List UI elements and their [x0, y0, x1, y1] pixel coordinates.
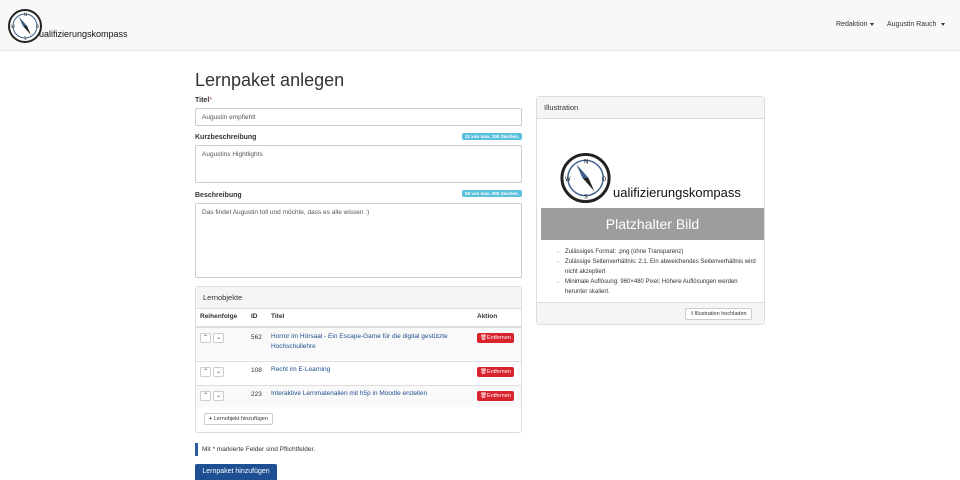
description-counter-badge: 58 von max. 800 Zeichen. [461, 190, 522, 197]
svg-text:N: N [24, 12, 27, 17]
remove-label: Entfernen [486, 393, 511, 399]
top-navbar: N S W O ualifizierungskompass Redaktion … [0, 0, 960, 51]
upload-illustration-button[interactable]: ⇧Illustration hochladen [685, 308, 752, 320]
move-up-button[interactable]: ⌃ [200, 367, 211, 377]
add-learning-object-label: Lernobjekt hinzufügen [213, 416, 268, 422]
illustration-preview: N S W O ualifizierungskompass Platzhalte… [539, 119, 764, 242]
illustration-logo-text: ualifizierungskompass [613, 185, 741, 200]
title-label-text: Titel [195, 97, 210, 104]
row-id: 562 [251, 334, 262, 341]
move-down-button[interactable]: ⌄ [213, 391, 224, 401]
row-id: 108 [251, 367, 262, 374]
table-row: ⌃ ⌄ 223 Interaktive Lernmaterialien mit … [196, 385, 521, 407]
move-down-button[interactable]: ⌄ [213, 367, 224, 377]
required-mark: * [209, 97, 212, 104]
nav-user-label: Augustin Rauch [887, 21, 937, 28]
learning-objects-panel: Lernobjekte Reihenfolge ID Titel Aktion … [195, 286, 522, 433]
short-description-textarea[interactable]: Augustins Hightlights [195, 145, 522, 183]
list-item: Minimale Auflösung: 960×480 Pixel; Höher… [557, 277, 759, 297]
compass-icon: N S W O [8, 9, 42, 43]
remove-button[interactable]: 🗑Entfernen [477, 391, 514, 401]
brand-logo[interactable]: N S W O ualifizierungskompass [7, 7, 137, 43]
svg-text:N: N [584, 159, 588, 165]
illustration-panel-footer: ⇧Illustration hochladen [537, 302, 764, 324]
short-description-counter-badge: 21 von max. 200 Zeichen. [461, 133, 522, 140]
trash-icon: 🗑 [480, 369, 487, 375]
illustration-rules-list: Zulässiges Format: .png (ohne Transparen… [557, 247, 759, 297]
caret-down-icon [870, 22, 875, 26]
illustration-panel: Illustration N S W O ualifizierungskompa… [536, 96, 765, 325]
table-row: ⌃ ⌄ 562 Horror im Hörsaal - Ein Escape-G… [196, 326, 521, 360]
row-title-link[interactable]: Recht im E-Learning [271, 365, 330, 375]
remove-button[interactable]: 🗑Entfernen [477, 333, 514, 343]
column-header-title: Titel [271, 313, 285, 320]
description-label: Beschreibung [195, 192, 242, 199]
svg-text:W: W [11, 24, 15, 29]
column-header-order: Reihenfolge [200, 313, 238, 320]
nav-redaktion-label: Redaktion [836, 21, 868, 28]
submit-button[interactable]: Lernpaket hinzufügen [195, 464, 277, 480]
caret-down-icon [941, 22, 946, 26]
svg-text:S: S [584, 195, 588, 201]
upload-illustration-label: Illustration hochladen [694, 311, 747, 317]
trash-icon: 🗑 [480, 393, 487, 399]
learning-objects-heading: Lernobjekte [196, 287, 521, 309]
svg-text:O: O [602, 177, 607, 183]
row-title-link[interactable]: Interaktive Lernmaterialien mit h5p in M… [271, 389, 427, 399]
title-label: Titel* [195, 97, 212, 104]
brand-text: ualifizierungskompass [39, 29, 128, 39]
remove-button[interactable]: 🗑Entfernen [477, 367, 514, 377]
move-up-button[interactable]: ⌃ [200, 333, 211, 343]
remove-label: Entfernen [486, 369, 511, 375]
nav-user-menu[interactable]: Augustin Rauch [887, 21, 946, 28]
add-learning-object-button[interactable]: + Lernobjekt hinzufügen [204, 413, 273, 425]
column-header-action: Aktion [477, 313, 498, 320]
list-item: Zulässige Seitenverhältnis: 2:1. Ein abw… [557, 257, 759, 277]
svg-text:W: W [565, 177, 571, 183]
title-input-value: Augustin empfiehlt [202, 114, 256, 121]
remove-label: Entfernen [486, 335, 511, 341]
plus-icon: + [209, 416, 213, 422]
required-fields-note: Mit * markierte Felder sind Pflichtfelde… [195, 443, 315, 456]
table-row: ⌃ ⌄ 108 Recht im E-Learning 🗑Entfernen [196, 361, 521, 384]
move-down-button[interactable]: ⌄ [213, 333, 224, 343]
column-header-id: ID [251, 313, 258, 320]
title-input[interactable]: Augustin empfiehlt [195, 108, 522, 126]
row-title-link[interactable]: Horror im Hörsaal - Ein Escape-Game für … [271, 332, 461, 352]
page-title: Lernpaket anlegen [195, 70, 345, 90]
nav-redaktion-menu[interactable]: Redaktion [836, 21, 875, 28]
illustration-heading: Illustration [537, 97, 764, 119]
compass-icon: N S W O [560, 152, 611, 204]
row-id: 223 [251, 391, 262, 398]
trash-icon: 🗑 [480, 335, 487, 341]
short-description-label: Kurzbeschreibung [195, 134, 257, 141]
description-value: Das findet Augustin toll und möchte, das… [202, 209, 370, 216]
short-description-value: Augustins Hightlights [202, 151, 263, 158]
move-up-button[interactable]: ⌃ [200, 391, 211, 401]
description-textarea[interactable]: Das findet Augustin toll und möchte, das… [195, 203, 522, 278]
list-item: Zulässiges Format: .png (ohne Transparen… [557, 247, 759, 257]
placeholder-image: Platzhalter Bild [541, 208, 764, 240]
